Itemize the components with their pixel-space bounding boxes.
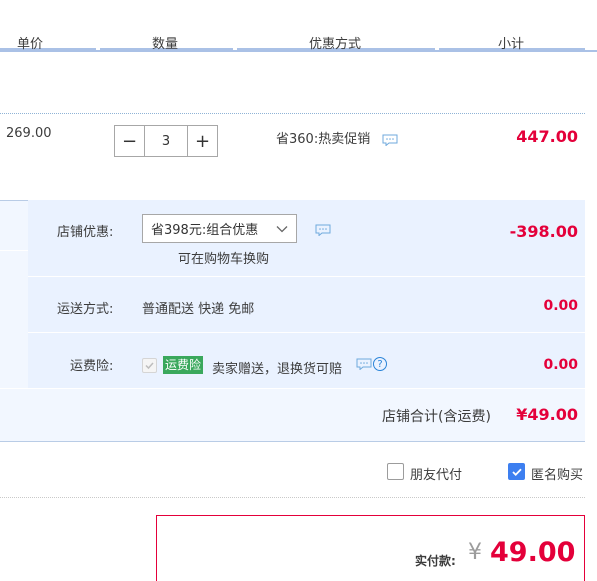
item-promotion: 省360:热卖促销 bbox=[276, 132, 371, 147]
header-subtotal: 小计 bbox=[498, 37, 525, 52]
row-divider bbox=[0, 113, 585, 114]
row-divider bbox=[0, 497, 585, 498]
payment-currency: ¥ bbox=[468, 540, 482, 565]
insurance-badge: 运费险 bbox=[163, 356, 204, 374]
shop-discount-selected: 省398元:组合优惠 bbox=[151, 223, 259, 238]
insurance-label: 运费险: bbox=[70, 359, 114, 374]
insurance-amount: 0.00 bbox=[543, 357, 578, 373]
shop-discount-label: 店铺优惠: bbox=[57, 225, 114, 240]
anonymous-checkbox[interactable] bbox=[508, 463, 525, 480]
qty-increase-button[interactable]: + bbox=[187, 125, 218, 157]
header-promotion: 优惠方式 bbox=[309, 37, 362, 52]
insurance-checkbox[interactable] bbox=[142, 358, 157, 373]
row-divider bbox=[28, 276, 585, 277]
payment-amount: 49.00 bbox=[490, 537, 576, 568]
help-icon[interactable]: ? bbox=[373, 357, 387, 371]
shipping-amount: 0.00 bbox=[543, 298, 578, 314]
chat-icon[interactable] bbox=[382, 134, 398, 149]
item-unit-price: 269.00 bbox=[6, 126, 52, 141]
qty-decrease-button[interactable]: − bbox=[114, 125, 145, 157]
qty-input[interactable]: 3 bbox=[145, 125, 187, 157]
quantity-stepper: − 3 + bbox=[114, 125, 220, 157]
payment-label: 实付款: bbox=[415, 554, 456, 568]
chevron-down-icon bbox=[275, 222, 289, 240]
shop-discount-amount: -398.00 bbox=[509, 222, 578, 241]
row-divider bbox=[0, 250, 28, 251]
anonymous-label[interactable]: 匿名购买 bbox=[531, 464, 583, 483]
item-subtotal: 447.00 bbox=[516, 127, 578, 146]
row-divider bbox=[28, 332, 585, 333]
shop-total-label: 店铺合计(含运费) bbox=[382, 409, 491, 425]
header-price: 单价 bbox=[17, 37, 44, 52]
row-divider bbox=[0, 388, 585, 389]
insurance-text: 卖家赠送，退换货可赔 bbox=[212, 362, 343, 377]
shop-discount-select[interactable]: 省398元:组合优惠 bbox=[142, 214, 297, 243]
chat-icon[interactable] bbox=[315, 224, 331, 239]
header-quantity: 数量 bbox=[152, 37, 179, 52]
shop-total-amount: ¥49.00 bbox=[516, 405, 578, 424]
table-header: 单价 数量 优惠方式 小计 bbox=[0, 0, 597, 52]
shipping-label: 运送方式: bbox=[57, 302, 114, 317]
checkmark-icon bbox=[145, 362, 154, 370]
shipping-method: 普通配送 快递 免邮 bbox=[142, 302, 255, 317]
friend-pay-label[interactable]: 朋友代付 bbox=[410, 464, 462, 483]
header-divider bbox=[0, 44, 96, 50]
shop-discount-hint: 可在购物车换购 bbox=[178, 252, 270, 267]
chat-icon[interactable] bbox=[356, 358, 372, 373]
checkmark-icon bbox=[511, 468, 522, 476]
friend-pay-checkbox[interactable] bbox=[387, 463, 404, 480]
